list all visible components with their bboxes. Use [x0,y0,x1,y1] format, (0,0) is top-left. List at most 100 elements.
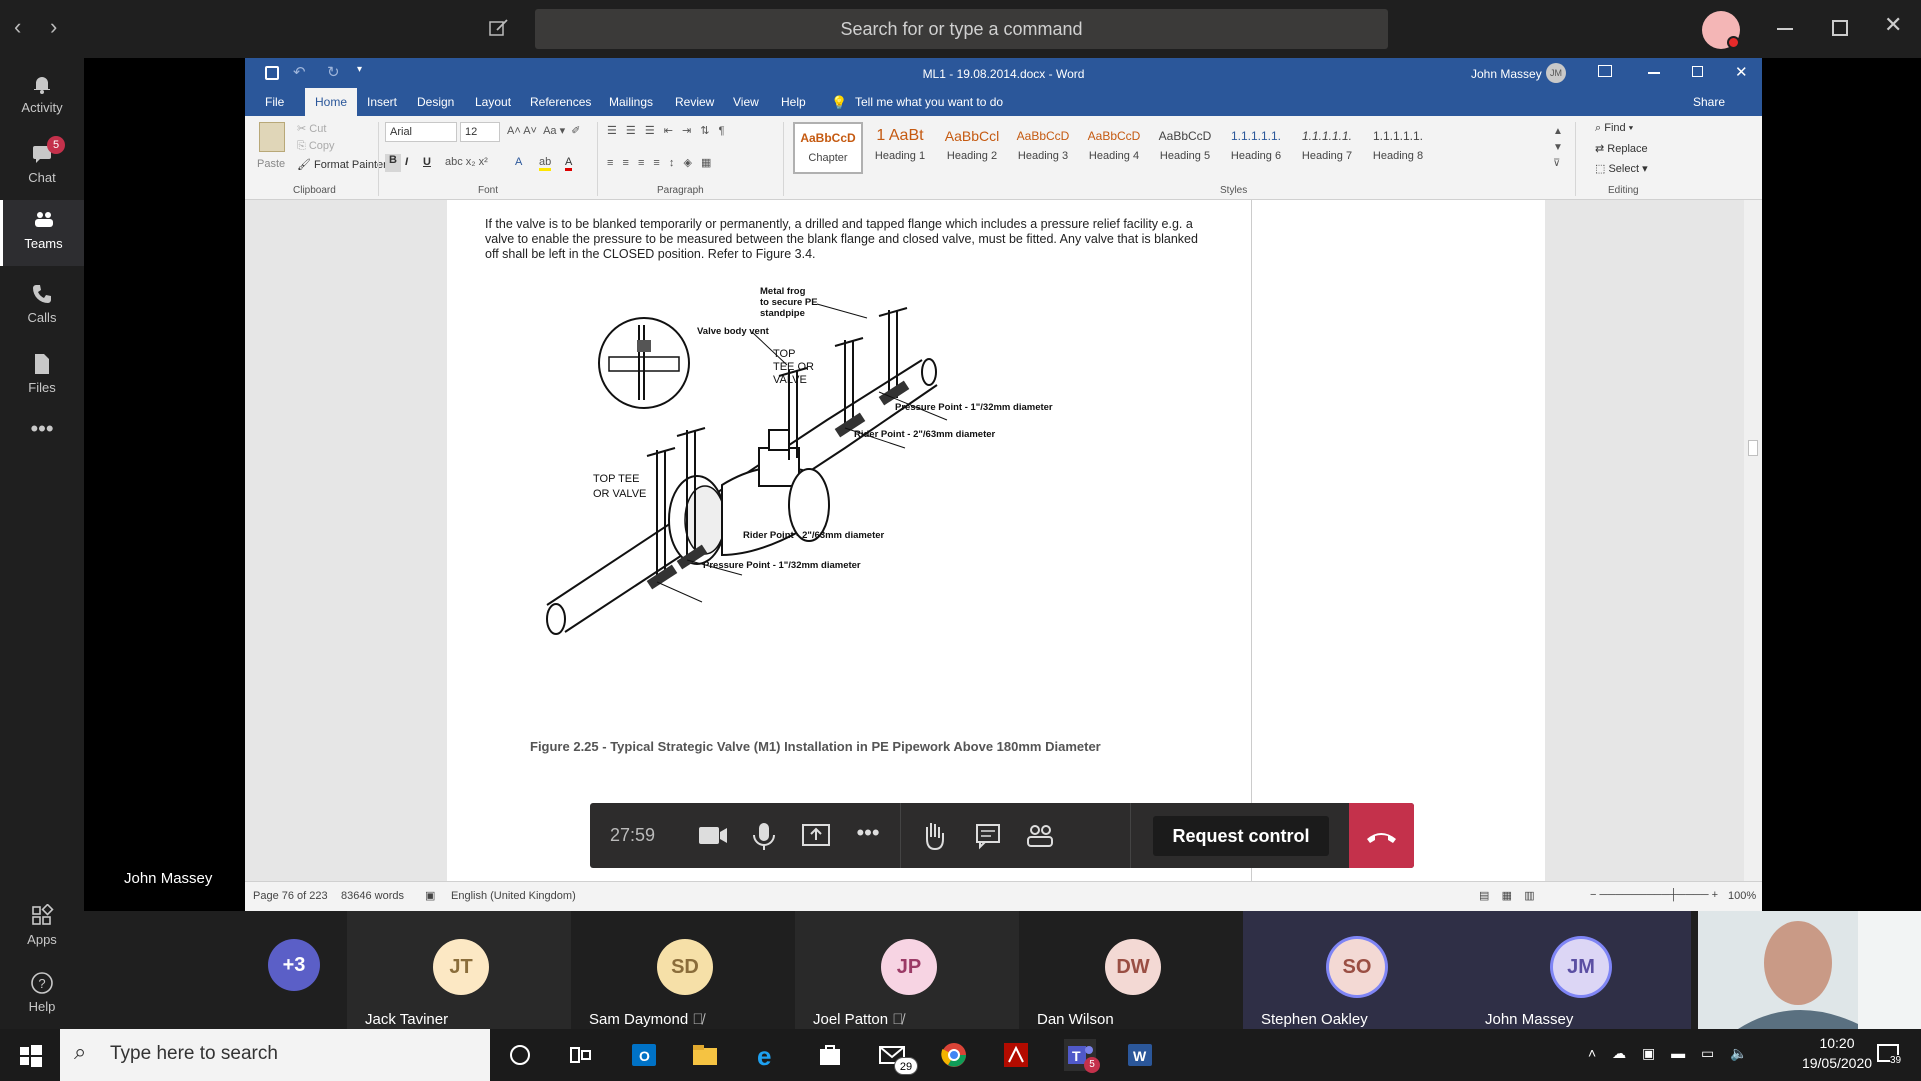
back-arrow-icon[interactable]: ‹ [14,14,34,44]
teams-taskbar-icon[interactable]: T 5 [1064,1039,1100,1073]
font-size-select[interactable]: 12 [460,122,500,142]
mail-icon[interactable]: 29 [876,1039,918,1075]
command-search-input[interactable]: Search for or type a command [535,9,1388,49]
minimize-icon[interactable] [1777,28,1793,30]
participant-tile[interactable]: JT Jack Taviner [347,911,571,1029]
rail-teams[interactable]: Teams [0,200,84,266]
participant-tile[interactable]: JM John Massey [1467,911,1691,1029]
mic-button[interactable] [738,803,790,868]
paste-icon[interactable] [259,122,285,152]
tab-help[interactable]: Help [781,95,806,109]
camera-button[interactable] [686,803,738,868]
underline-icon[interactable]: U [423,156,431,168]
forward-arrow-icon[interactable]: › [50,14,70,44]
style-heading-8[interactable]: 1.1.1.1.1. Heading 8 [1363,122,1433,174]
rail-calls[interactable]: Calls [0,274,84,336]
tab-references[interactable]: References [530,95,591,109]
word-count[interactable]: 83646 words [341,890,404,902]
taskbar-clock[interactable]: 10:20 19/05/2020 [1800,1035,1874,1071]
proofing-icon[interactable]: ▣ [425,889,435,902]
tell-me-input[interactable]: Tell me what you want to do [855,95,1003,109]
restore-icon[interactable] [1832,20,1848,36]
taskbar-search[interactable]: ⌕ Type here to search [60,1029,490,1081]
page-count[interactable]: Page 76 of 223 [253,890,328,902]
rail-files[interactable]: Files [0,344,84,406]
rail-activity[interactable]: Activity [0,64,84,126]
tab-design[interactable]: Design [417,95,454,109]
rail-chat[interactable]: Chat 5 [0,134,84,196]
format-painter-button[interactable]: 🖌 Format Painter [297,158,387,171]
style-heading-1[interactable]: 1 AaBt Heading 1 [865,122,935,174]
user-avatar[interactable] [1702,11,1740,49]
rail-apps[interactable]: Apps [0,896,84,958]
highlight-icon[interactable]: ab [539,156,552,171]
word-minimize-icon[interactable] [1648,72,1660,74]
more-apps-icon[interactable]: ••• [0,418,84,454]
participant-tile[interactable]: DW Dan Wilson [1019,911,1243,1029]
file-explorer-icon[interactable] [689,1039,721,1071]
close-icon[interactable]: ✕ [1884,12,1906,42]
tab-file[interactable]: File [265,95,284,109]
find-button[interactable]: ⌕ Find ▾ [1595,122,1633,135]
store-icon[interactable] [814,1039,846,1071]
tab-insert[interactable]: Insert [367,95,397,109]
scroll-thumb[interactable] [1748,440,1758,456]
select-button[interactable]: ⬚ Select ▾ [1595,162,1648,175]
style-heading-4[interactable]: AaBbCcD Heading 4 [1079,122,1149,174]
style-heading-7[interactable]: 1.1.1.1.1. Heading 7 [1292,122,1362,174]
word-restore-icon[interactable] [1692,66,1703,77]
align-left-icon[interactable]: ≡ ≡ ≡ ≡ ↕ ◈ ▦ [607,156,714,169]
notification-center-icon[interactable]: 39 [1876,1041,1906,1069]
word-close-icon[interactable]: ✕ [1735,63,1748,81]
italic-icon[interactable]: I [405,156,408,168]
vertical-scrollbar[interactable] [1744,200,1762,881]
bullets-icon[interactable]: ☰ ☰ ☰ ⇤ ⇥ ⇅ ¶ [607,124,727,137]
replace-button[interactable]: ⇄ Replace [1595,142,1648,155]
tab-home[interactable]: Home [305,88,358,116]
outlook-icon[interactable]: O [628,1039,660,1071]
text-effects-icon[interactable]: A [515,156,522,168]
chrome-icon[interactable] [938,1039,970,1071]
participant-tile[interactable]: SO Stephen Oakley [1243,911,1467,1029]
zoom-level[interactable]: 100% [1728,890,1756,902]
styles-scroll-icon[interactable]: ▲ ▼ ⊽ [1553,124,1563,172]
style-heading-2[interactable]: AaBbCcl Heading 2 [937,122,1007,174]
language-status[interactable]: English (United Kingdom) [451,890,576,902]
view-mode-icon[interactable]: ▤ ▦ ▥ [1479,889,1535,902]
more-actions-icon[interactable]: ••• [842,803,894,868]
strikethrough-icon[interactable]: abc x₂ x² [445,156,488,168]
system-tray-icons[interactable]: ˄ ☁ ▣ ▬ ▭ 🔈 [1588,1045,1754,1062]
copy-button[interactable]: ⎘ Copy [297,140,335,153]
edge-icon[interactable]: e [752,1039,784,1071]
participant-tile[interactable]: SD Sam Daymond 🎙̸ [571,911,795,1029]
tab-review[interactable]: Review [675,95,714,109]
tab-view[interactable]: View [733,95,759,109]
style-heading-5[interactable]: AaBbCcD Heading 5 [1150,122,1220,174]
windows-start-icon[interactable] [14,1039,46,1071]
style-heading-6[interactable]: 1.1.1.1.1. Heading 6 [1221,122,1291,174]
acrobat-icon[interactable] [1000,1039,1032,1071]
tab-layout[interactable]: Layout [475,95,511,109]
raise-hand-button[interactable] [908,803,960,868]
grow-font-icon[interactable]: A˄ A˅ Aa ▾ ✐ [507,124,580,137]
participants-button[interactable] [1014,803,1066,868]
rail-help[interactable]: ? Help [0,963,84,1025]
hang-up-button[interactable] [1349,803,1414,868]
task-view-icon[interactable] [564,1039,596,1071]
document-page[interactable]: If the valve is to be blanked temporaril… [447,200,1545,881]
font-name-select[interactable]: Arial [385,122,457,142]
bold-icon[interactable]: B [385,154,401,172]
participant-tile[interactable]: JP Joel Patton 🎙̸ [795,911,1019,1029]
cut-button[interactable]: ✂ Cut [297,122,326,135]
font-color-icon[interactable]: A [565,156,573,171]
ribbon-display-icon[interactable] [1598,65,1612,77]
word-user-avatar[interactable]: JM [1546,63,1566,83]
self-video[interactable] [1698,911,1921,1029]
word-taskbar-icon[interactable]: W [1124,1039,1156,1071]
conversation-button[interactable] [962,803,1014,868]
paste-button[interactable]: Paste [257,158,285,170]
share-button[interactable]: Share [1693,95,1725,109]
zoom-slider[interactable]: − ─────────┼──── + [1590,889,1718,901]
request-control-button[interactable]: Request control [1153,816,1329,856]
tab-mailings[interactable]: Mailings [609,95,653,109]
